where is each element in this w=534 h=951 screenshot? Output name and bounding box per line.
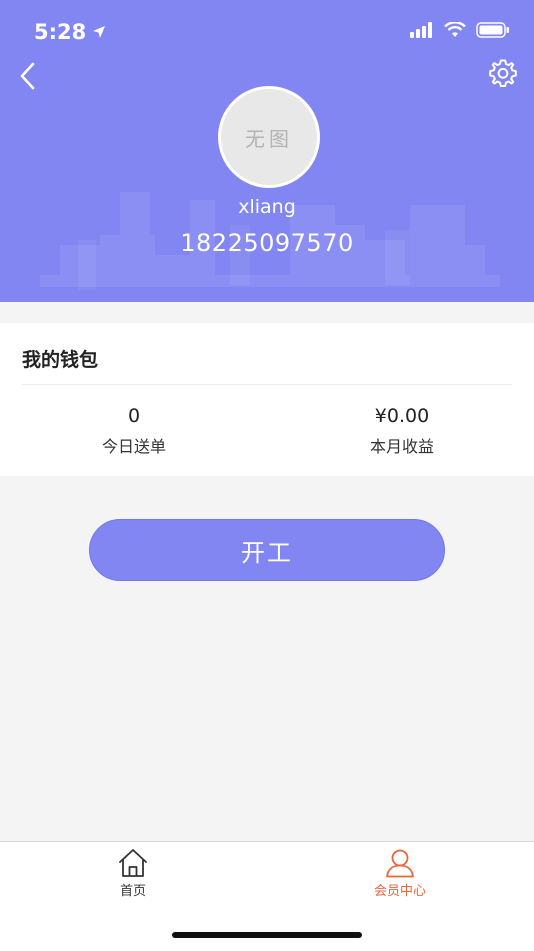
location-arrow-icon bbox=[93, 26, 106, 38]
cellular-signal-icon bbox=[410, 22, 432, 38]
chevron-left-icon bbox=[20, 62, 35, 90]
user-icon bbox=[386, 849, 414, 878]
home-icon bbox=[119, 849, 147, 877]
tab-member-center-label: 会员中心 bbox=[373, 884, 426, 899]
gear-icon bbox=[489, 59, 517, 87]
wallet-title: 我的钱包 bbox=[22, 349, 99, 371]
status-time: 5:28 bbox=[34, 20, 106, 44]
wallet-card: 我的钱包 0 今日送单 ¥0.00 本月收益 bbox=[0, 323, 534, 476]
settings-button[interactable] bbox=[486, 56, 520, 90]
back-button[interactable] bbox=[12, 60, 42, 92]
status-time-text: 5:28 bbox=[34, 20, 87, 44]
tab-home-label: 首页 bbox=[119, 884, 146, 899]
profile-header: 5:28 无图 xliang 18225097570 bbox=[0, 0, 534, 302]
today-orders-stat[interactable]: 0 今日送单 bbox=[34, 405, 234, 457]
home-indicator bbox=[172, 932, 362, 938]
month-income-label: 本月收益 bbox=[369, 437, 434, 456]
today-orders-value: 0 bbox=[127, 405, 141, 427]
month-income-value: ¥0.00 bbox=[374, 405, 430, 427]
wallet-divider bbox=[22, 384, 512, 385]
avatar[interactable]: 无图 bbox=[218, 86, 320, 188]
phone-number: 18225097570 bbox=[180, 229, 354, 257]
avatar-placeholder-text: 无图 bbox=[245, 126, 293, 151]
tab-member-center[interactable]: 会员中心 bbox=[355, 848, 445, 899]
username: xliang bbox=[238, 196, 296, 218]
wifi-icon bbox=[444, 22, 466, 37]
month-income-stat[interactable]: ¥0.00 本月收益 bbox=[302, 405, 502, 457]
battery-icon bbox=[476, 22, 509, 38]
status-indicators bbox=[410, 22, 510, 38]
status-bar: 5:28 bbox=[0, 0, 534, 60]
today-orders-label: 今日送单 bbox=[101, 437, 166, 456]
tab-home[interactable]: 首页 bbox=[88, 848, 178, 899]
start-work-button[interactable]: 开工 bbox=[89, 519, 445, 581]
